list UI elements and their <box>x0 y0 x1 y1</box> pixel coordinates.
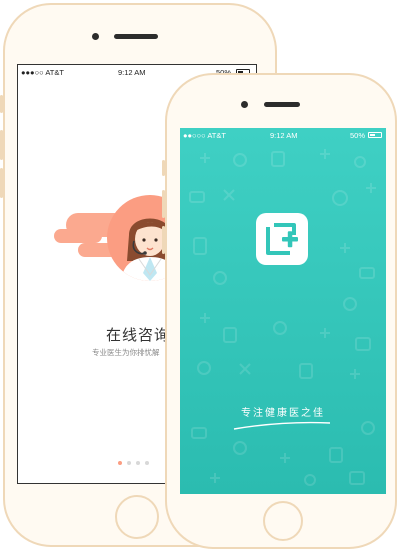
health-cross-logo-icon <box>266 223 298 255</box>
volume-up-button <box>162 190 165 218</box>
clock-label: 9:12 AM <box>270 131 298 140</box>
banner-stripe <box>54 229 102 243</box>
battery-label: 50% <box>350 131 366 140</box>
volume-up-button <box>0 130 3 160</box>
app-slogan: 专注健康医之佳 <box>241 408 325 419</box>
front-camera <box>92 33 99 40</box>
page-dot[interactable] <box>127 461 131 465</box>
battery-icon <box>368 132 382 138</box>
carrier-label: ●●●○○ AT&T <box>21 68 64 77</box>
earpiece-speaker <box>264 102 300 107</box>
page-indicator <box>118 461 149 465</box>
app-logo <box>256 213 308 265</box>
page-dot[interactable] <box>145 461 149 465</box>
volume-down-button <box>162 226 165 254</box>
home-button[interactable] <box>115 495 159 539</box>
clock-label: 9:12 AM <box>118 68 146 77</box>
mute-switch <box>0 95 3 113</box>
status-bar: ●●○○○ AT&T 9:12 AM 50% <box>180 128 386 142</box>
slogan-underline <box>233 421 331 430</box>
feature-subtitle: 专业医生为你排忧解 <box>92 348 160 357</box>
medical-pattern-background <box>189 149 376 486</box>
carrier-label: ●●○○○ AT&T <box>183 131 226 140</box>
page-dot[interactable] <box>118 461 122 465</box>
earpiece-speaker <box>114 34 158 39</box>
splash-screen: ●●○○○ AT&T 9:12 AM 50% 专注健康医之佳 <box>180 128 386 494</box>
mute-switch <box>162 160 165 176</box>
feature-title: 在线咨询 <box>106 326 171 344</box>
home-button[interactable] <box>263 501 303 541</box>
front-camera <box>241 101 248 108</box>
page-dot[interactable] <box>136 461 140 465</box>
volume-down-button <box>0 168 3 198</box>
